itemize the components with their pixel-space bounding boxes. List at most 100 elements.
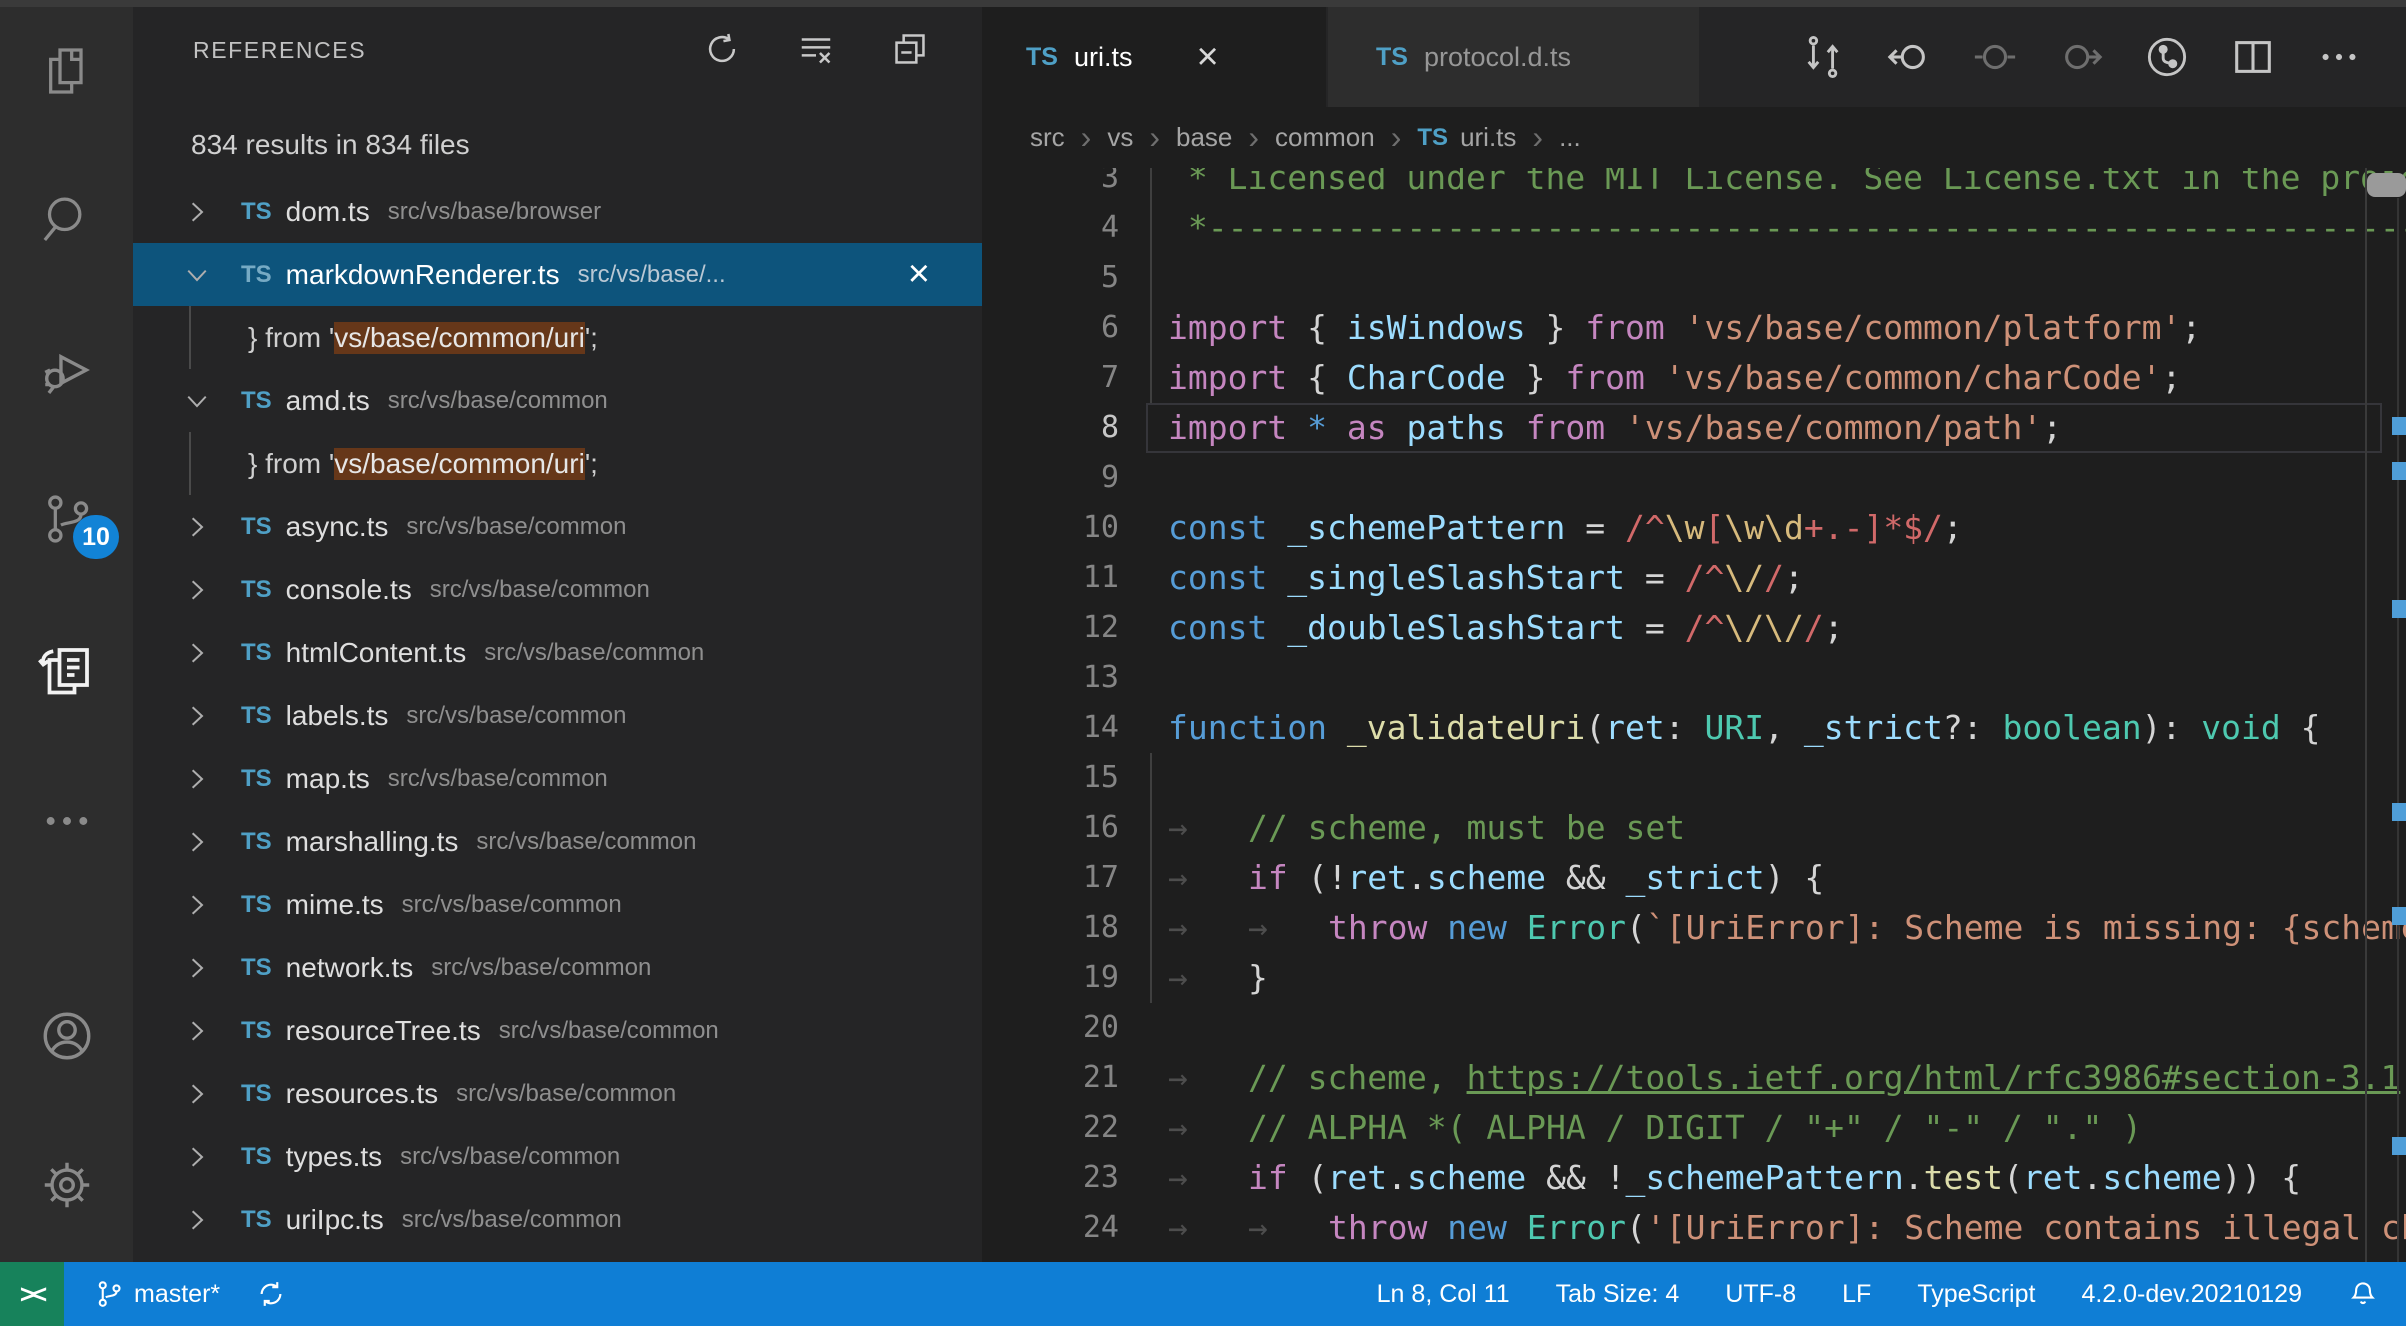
result-file-row[interactable]: TSmarshalling.tssrc/vs/base/common xyxy=(133,810,982,873)
code-line[interactable]: 21→// scheme, https://tools.ietf.org/htm… xyxy=(982,1053,2406,1103)
settings-gear-icon[interactable] xyxy=(0,1135,133,1235)
code-line[interactable]: 6import { isWindows } from 'vs/base/comm… xyxy=(982,303,2406,353)
tab-protocol-d-ts[interactable]: TS protocol.d.ts xyxy=(1328,7,1699,107)
sync-changes-item[interactable] xyxy=(256,1279,286,1309)
code-line[interactable]: 17→if (!ret.scheme && _strict) { xyxy=(982,853,2406,903)
clear-results-icon[interactable] xyxy=(796,29,836,69)
match-prefix: } from ' xyxy=(248,322,334,354)
line-content: import { CharCode } from 'vs/base/common… xyxy=(1168,353,2181,403)
run-debug-icon[interactable] xyxy=(0,320,133,420)
remote-indicator[interactable]: >< xyxy=(0,1262,64,1326)
previous-change-icon[interactable] xyxy=(1886,34,1932,80)
code-line[interactable]: 24→→throw new Error('[UriError]: Scheme … xyxy=(982,1203,2406,1253)
git-branch-item[interactable]: master* xyxy=(94,1279,220,1309)
timeline-graph-icon[interactable] xyxy=(2144,34,2190,80)
chevron-right-icon[interactable] xyxy=(179,701,215,731)
code-line[interactable]: 4 *-------------------------------------… xyxy=(982,203,2406,253)
code-line[interactable]: 16→// scheme, must be set xyxy=(982,803,2406,853)
code-line[interactable]: 11const _singleSlashStart = /^\//; xyxy=(982,553,2406,603)
chevron-right-icon[interactable] xyxy=(179,827,215,857)
breadcrumb-symbol-tail[interactable]: ... xyxy=(1559,122,1581,153)
chevron-right-icon[interactable] xyxy=(179,197,215,227)
language-mode[interactable]: TypeScript xyxy=(1917,1280,2035,1309)
source-control-icon[interactable]: 10 xyxy=(0,469,133,569)
result-file-row[interactable]: TSconsole.tssrc/vs/base/common xyxy=(133,558,982,621)
result-match-row[interactable]: } from 'vs/base/common/uri'; xyxy=(133,432,982,495)
split-editor-icon[interactable] xyxy=(2230,34,2276,80)
result-file-row[interactable]: TSuriIpc.tssrc/vs/base/common xyxy=(133,1188,982,1251)
code-line[interactable]: 12const _doubleSlashStart = /^\/\//; xyxy=(982,603,2406,653)
chevron-right-icon[interactable] xyxy=(179,890,215,920)
chevron-right-icon[interactable] xyxy=(179,575,215,605)
code-editor[interactable]: 3 * Licensed under the MIT License. See … xyxy=(982,168,2406,1262)
refresh-icon[interactable] xyxy=(702,29,742,69)
code-line[interactable]: 13 xyxy=(982,653,2406,703)
result-file-row[interactable]: TSlabels.tssrc/vs/base/common xyxy=(133,684,982,747)
current-change-icon[interactable] xyxy=(1972,34,2018,80)
close-tab-icon[interactable]: × xyxy=(1196,36,1218,79)
code-line[interactable]: 20 xyxy=(982,1003,2406,1053)
notifications-bell-icon[interactable] xyxy=(2348,1279,2378,1309)
result-file-row[interactable]: TShtmlContent.tssrc/vs/base/common xyxy=(133,621,982,684)
result-file-row[interactable]: TSnetwork.tssrc/vs/base/common xyxy=(133,936,982,999)
code-line[interactable]: 15 xyxy=(982,753,2406,803)
typescript-file-icon: TS xyxy=(241,261,272,289)
tab-uri-ts[interactable]: TS uri.ts × xyxy=(982,7,1326,107)
references-view-icon[interactable] xyxy=(0,620,133,720)
chevron-right-icon[interactable] xyxy=(179,512,215,542)
code-line[interactable]: 19→} xyxy=(982,953,2406,1003)
breadcrumb-item[interactable]: common xyxy=(1275,122,1375,153)
account-icon[interactable] xyxy=(0,986,133,1086)
code-line[interactable]: 10const _schemePattern = /^\w[\w\d+.-]*$… xyxy=(982,503,2406,553)
result-file-row[interactable]: TSresources.tssrc/vs/base/common xyxy=(133,1062,982,1125)
encoding[interactable]: UTF-8 xyxy=(1725,1280,1796,1309)
breadcrumb-file[interactable]: uri.ts xyxy=(1460,122,1516,153)
code-line[interactable]: 23→if (ret.scheme && !_schemePattern.tes… xyxy=(982,1153,2406,1203)
chevron-down-icon[interactable] xyxy=(179,260,215,290)
code-line[interactable]: 22→// ALPHA *( ALPHA / DIGIT / "+" / "-"… xyxy=(982,1103,2406,1153)
explorer-icon[interactable] xyxy=(0,21,133,121)
breadcrumb-item[interactable]: base xyxy=(1176,122,1232,153)
code-line[interactable]: 7import { CharCode } from 'vs/base/commo… xyxy=(982,353,2406,403)
result-file-row[interactable]: TSmap.tssrc/vs/base/common xyxy=(133,747,982,810)
compare-changes-icon[interactable] xyxy=(1800,34,1846,80)
result-file-row[interactable]: TSamd.tssrc/vs/base/common xyxy=(133,369,982,432)
code-line[interactable]: 9 xyxy=(982,453,2406,503)
chevron-right-icon[interactable] xyxy=(179,764,215,794)
file-path: src/vs/base/common xyxy=(400,1143,620,1171)
result-file-row[interactable]: TSmime.tssrc/vs/base/common xyxy=(133,873,982,936)
code-line[interactable]: 8import * as paths from 'vs/base/common/… xyxy=(982,403,2406,453)
result-file-row[interactable]: TSdom.tssrc/vs/base/browser xyxy=(133,180,982,243)
line-number: 23 xyxy=(982,1153,1119,1203)
chevron-down-icon[interactable] xyxy=(179,386,215,416)
scrollbar-thumb[interactable] xyxy=(2367,173,2406,197)
cursor-position[interactable]: Ln 8, Col 11 xyxy=(1377,1280,1510,1309)
chevron-right-icon[interactable] xyxy=(179,1079,215,1109)
code-line[interactable]: 18→→throw new Error(`[UriError]: Scheme … xyxy=(982,903,2406,953)
collapse-all-icon[interactable] xyxy=(890,29,930,69)
result-match-row[interactable]: } from 'vs/base/common/uri'; xyxy=(133,306,982,369)
code-line[interactable]: 5 xyxy=(982,253,2406,303)
chevron-right-icon[interactable] xyxy=(179,1016,215,1046)
more-views-icon[interactable] xyxy=(0,771,133,871)
code-line[interactable]: 14function _validateUri(ret: URI, _stric… xyxy=(982,703,2406,753)
next-change-icon[interactable] xyxy=(2058,34,2104,80)
chevron-right-icon[interactable] xyxy=(179,638,215,668)
code-line[interactable]: 3 * Licensed under the MIT License. See … xyxy=(982,168,2406,203)
more-actions-icon[interactable] xyxy=(2316,34,2362,80)
search-icon[interactable] xyxy=(0,169,133,269)
dismiss-result-icon[interactable]: × xyxy=(908,243,930,306)
result-file-row[interactable]: TSresourceTree.tssrc/vs/base/common xyxy=(133,999,982,1062)
chevron-right-icon[interactable] xyxy=(179,1142,215,1172)
chevron-right-icon[interactable] xyxy=(179,1205,215,1235)
breadcrumb-item[interactable]: vs xyxy=(1107,122,1133,153)
code-lines: 3 * Licensed under the MIT License. See … xyxy=(982,168,2406,1253)
result-file-row[interactable]: TSmarkdownRenderer.tssrc/vs/base/...× xyxy=(133,243,982,306)
chevron-right-icon[interactable] xyxy=(179,953,215,983)
result-file-row[interactable]: TSasync.tssrc/vs/base/common xyxy=(133,495,982,558)
result-file-row[interactable]: TStypes.tssrc/vs/base/common xyxy=(133,1125,982,1188)
file-path: src/vs/base/common xyxy=(402,891,622,919)
breadcrumb-item[interactable]: src xyxy=(1030,122,1065,153)
eol-sequence[interactable]: LF xyxy=(1842,1280,1871,1309)
indentation[interactable]: Tab Size: 4 xyxy=(1556,1280,1680,1309)
